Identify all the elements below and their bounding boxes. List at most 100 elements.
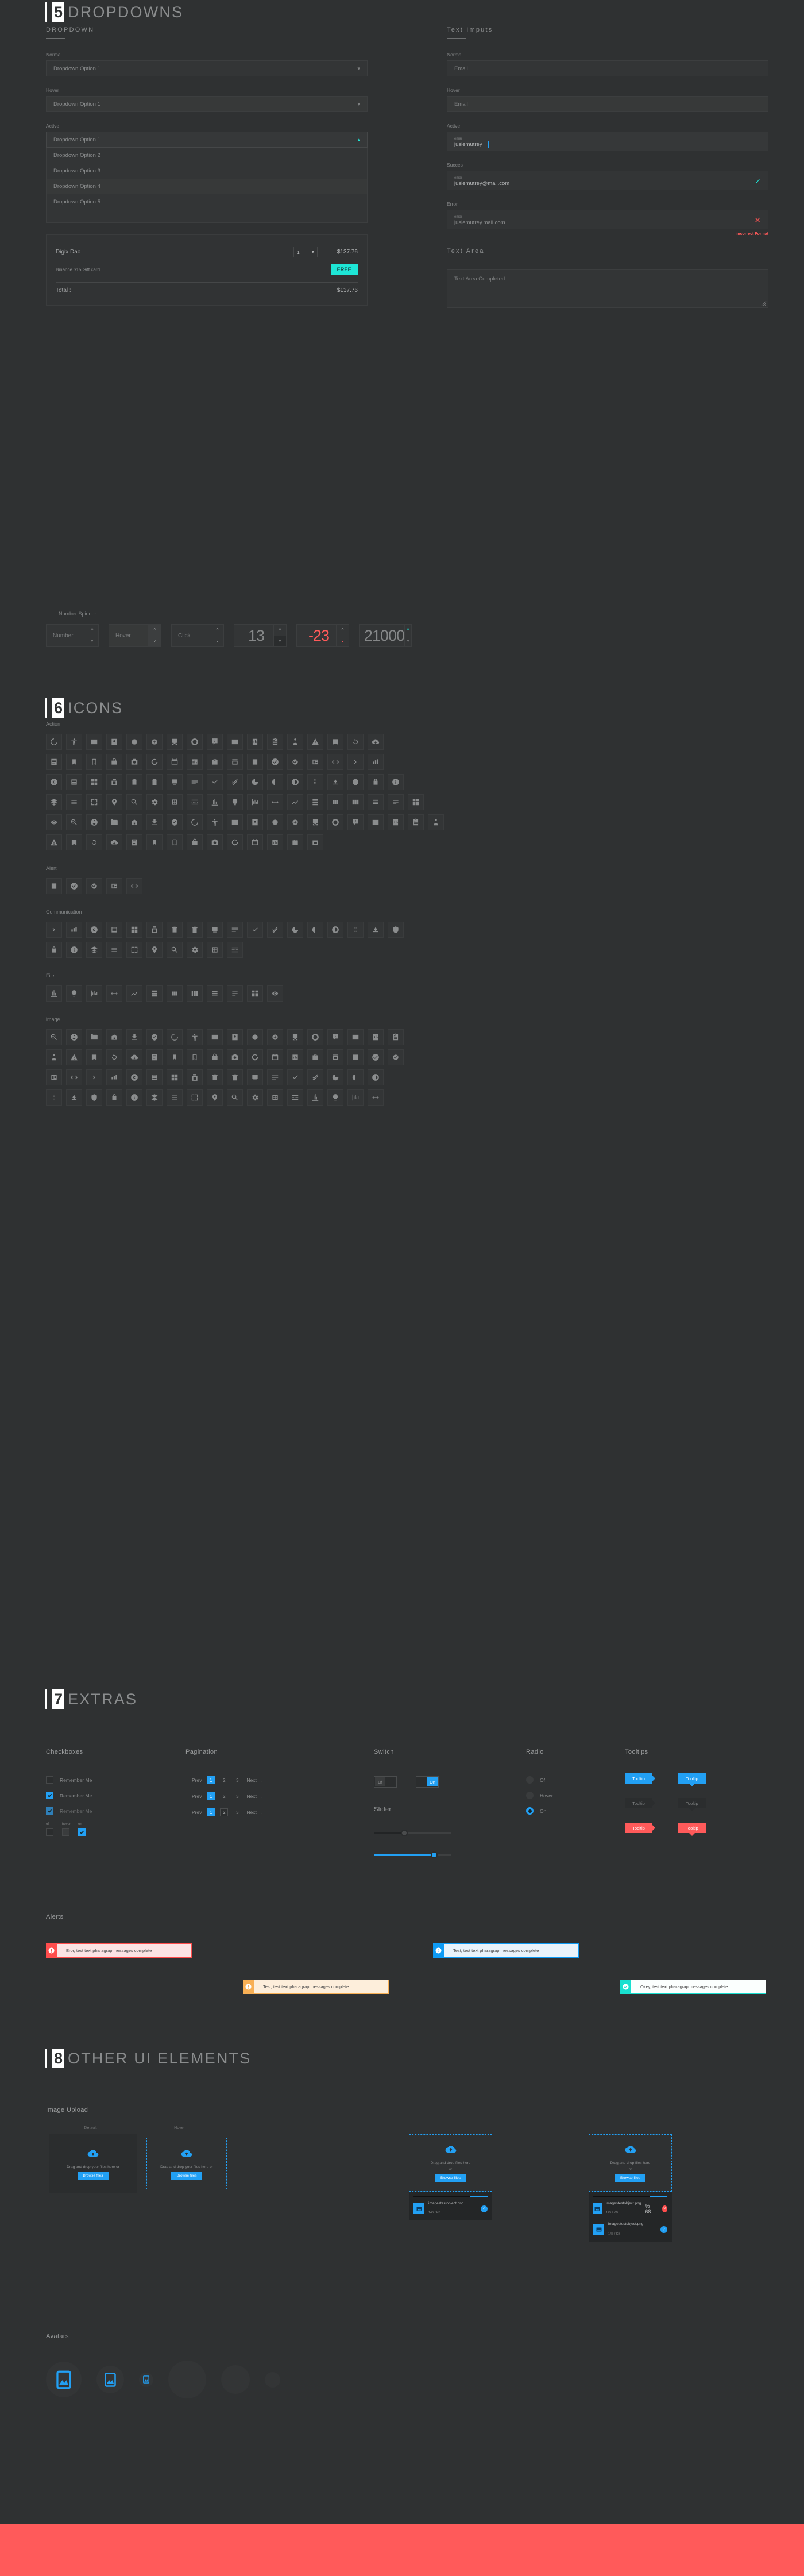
trending-up-icon[interactable]	[66, 834, 82, 850]
texture-icon[interactable]	[207, 1089, 223, 1106]
call-merge-icon[interactable]	[126, 922, 142, 938]
collections-icon[interactable]	[368, 1029, 384, 1045]
check-circle-icon[interactable]	[287, 754, 303, 770]
lock-icon[interactable]	[187, 814, 203, 830]
lens-icon[interactable]	[106, 1069, 122, 1085]
checkbox-row[interactable]: Remember Me	[46, 1807, 92, 1815]
audiotrack-icon[interactable]	[126, 1029, 142, 1045]
page-2[interactable]: 2	[220, 1792, 228, 1800]
avatar[interactable]	[46, 2362, 82, 2397]
page-1[interactable]: 1	[207, 1808, 215, 1816]
thumb-up-icon[interactable]	[408, 814, 424, 830]
dropdown-option[interactable]: Dropdown Option 5	[47, 194, 367, 210]
flip-to-back-icon[interactable]	[287, 794, 303, 810]
burst-mode-icon[interactable]	[267, 1029, 283, 1045]
pagination-next[interactable]: Next →	[246, 1777, 262, 1783]
avatar[interactable]	[96, 2366, 124, 2393]
view-carousel-icon[interactable]	[126, 834, 142, 850]
email-field-error[interactable]: email jusiemutrey.mail.com ✕	[447, 210, 768, 229]
contact-mail-icon[interactable]	[307, 922, 323, 938]
flight-land-icon[interactable]	[247, 794, 263, 810]
call-missed-icon[interactable]	[146, 922, 163, 938]
avatar[interactable]	[265, 2371, 280, 2388]
blur-circular-icon[interactable]	[167, 1029, 183, 1045]
list-icon[interactable]	[46, 814, 62, 830]
checkbox-state-on[interactable]	[78, 1828, 86, 1836]
message-icon[interactable]	[126, 942, 142, 958]
control-point-icon[interactable]	[66, 1049, 82, 1065]
email-field-hover[interactable]: Email	[447, 96, 768, 112]
cached-icon[interactable]	[146, 754, 163, 770]
cloud-icon[interactable]	[66, 985, 82, 1002]
hourglass-icon[interactable]	[368, 794, 384, 810]
browse-files-button[interactable]: Browse files	[171, 2171, 202, 2180]
alarm-add-icon[interactable]	[146, 734, 163, 750]
flag-icon[interactable]	[146, 1029, 163, 1045]
toggle-switch-off[interactable]: Of	[374, 1776, 397, 1788]
card-membership-icon[interactable]	[187, 754, 203, 770]
donut-large-icon[interactable]	[267, 774, 283, 790]
flare-icon[interactable]	[207, 1049, 223, 1065]
dashboard-icon[interactable]	[106, 774, 122, 790]
brush-icon[interactable]	[247, 1029, 263, 1045]
dropdown-active[interactable]: Dropdown Option 1 ▴	[46, 132, 368, 148]
page-3[interactable]: 3	[233, 1808, 241, 1816]
dropdown-option[interactable]: Dropdown Option 4	[47, 179, 367, 194]
credit-card-icon[interactable]	[86, 774, 102, 790]
spinner-arrows[interactable]: ^ ˅	[336, 625, 349, 646]
arrow-up-icon[interactable]: ^	[149, 625, 161, 636]
search-icon[interactable]	[267, 814, 283, 830]
dns-icon[interactable]	[207, 774, 223, 790]
checkbox-row[interactable]: Remember Me	[46, 1792, 92, 1799]
arrow-down-icon[interactable]: ˅	[86, 636, 98, 646]
page-2[interactable]: 2	[220, 1808, 229, 1816]
radio-row[interactable]: Hover	[526, 1792, 553, 1799]
crop-icon[interactable]	[86, 1049, 102, 1065]
number-spinner-value[interactable]: 13 ^ ˅	[234, 624, 287, 647]
error-outline-icon[interactable]	[86, 878, 102, 894]
notification-important-icon[interactable]	[106, 878, 122, 894]
cloud-queue-icon[interactable]	[167, 985, 183, 1002]
camera-icon[interactable]	[287, 1029, 303, 1045]
wb-sunny-icon[interactable]	[368, 1089, 384, 1106]
add-to-photos-icon[interactable]	[66, 1029, 82, 1045]
number-spinner-error[interactable]: -23 ^ ˅	[296, 624, 349, 647]
error-icon[interactable]	[66, 878, 82, 894]
call-icon[interactable]	[86, 922, 102, 938]
browse-files-button[interactable]: Browse files	[78, 2171, 109, 2180]
radio-row[interactable]: Of	[526, 1776, 553, 1784]
radio-row[interactable]: On	[526, 1807, 553, 1815]
lightbulb-icon[interactable]	[126, 814, 142, 830]
navigate-before-icon[interactable]	[247, 1069, 263, 1085]
color-lens-icon[interactable]	[388, 1029, 404, 1045]
radio-on[interactable]	[526, 1807, 534, 1815]
dropdown-option[interactable]: Dropdown Option 2	[47, 148, 367, 163]
arrow-up-icon[interactable]: ^	[337, 625, 349, 636]
dropdown-option[interactable]: Dropdown Option 3	[47, 163, 367, 179]
portrait-icon[interactable]	[368, 1069, 384, 1085]
arrow-up-icon[interactable]: ^	[86, 625, 98, 636]
slider-default[interactable]	[374, 1829, 451, 1837]
launch-icon[interactable]	[66, 814, 82, 830]
compare-arrows-icon[interactable]	[368, 754, 384, 770]
pagination-next[interactable]: Next →	[246, 1809, 262, 1815]
https-icon[interactable]	[388, 794, 404, 810]
nature-icon[interactable]	[227, 1069, 243, 1085]
cloud-done-icon[interactable]	[106, 985, 122, 1002]
thumb-down-icon[interactable]	[388, 814, 404, 830]
grade-icon[interactable]	[327, 794, 343, 810]
call-missed-outgoing-icon[interactable]	[167, 922, 183, 938]
checkbox-state-hover[interactable]	[62, 1828, 69, 1836]
camera-alt-icon[interactable]	[307, 1029, 323, 1045]
arrow-up-icon[interactable]: ^	[274, 625, 286, 636]
cloud-circle-icon[interactable]	[86, 985, 102, 1002]
dropdown-hover[interactable]: Dropdown Option 1 ▾	[46, 96, 368, 112]
page-3[interactable]: 3	[233, 1776, 241, 1784]
vignette-icon[interactable]	[347, 1089, 364, 1106]
arrow-up-icon[interactable]: ^	[211, 625, 223, 636]
spinner-arrows[interactable]: ^ ˅	[404, 625, 411, 646]
grid-on-icon[interactable]	[287, 1049, 303, 1065]
add-a-photo-icon[interactable]	[46, 1029, 62, 1045]
card-travel-icon[interactable]	[207, 754, 223, 770]
arrow-down-icon[interactable]: ˅	[405, 636, 411, 646]
